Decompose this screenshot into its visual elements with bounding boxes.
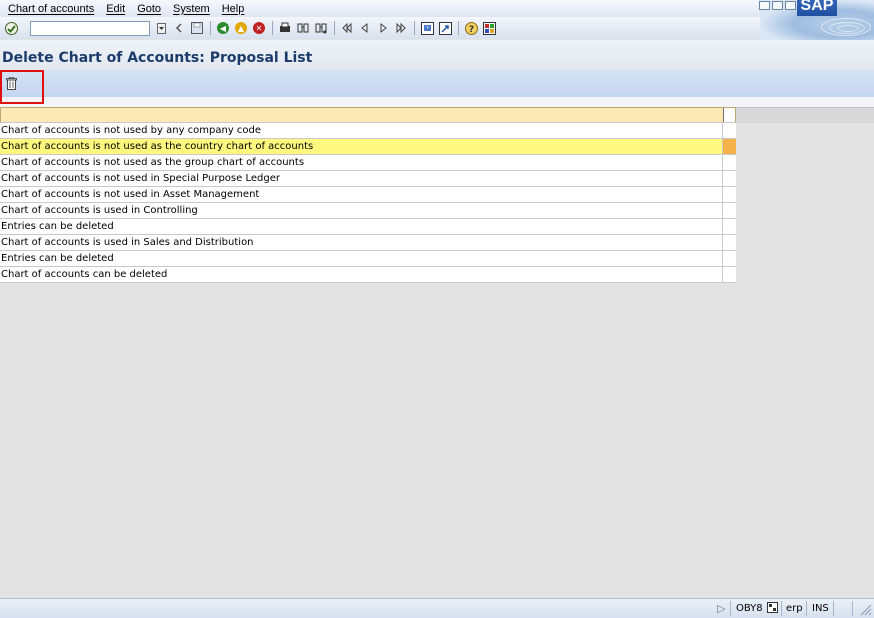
- toolbar-separator: [334, 21, 335, 35]
- page-title: Delete Chart of Accounts: Proposal List: [2, 50, 313, 66]
- table-row[interactable]: Chart of accounts is not used in Asset M…: [0, 187, 736, 203]
- menu-edit[interactable]: Edit: [106, 3, 125, 15]
- table-row[interactable]: Entries can be deleted: [0, 219, 736, 235]
- sap-logo-area: SAP: [759, 0, 874, 40]
- table-row[interactable]: Chart of accounts is not used by any com…: [0, 123, 736, 139]
- table-header: [0, 107, 736, 123]
- row-selector[interactable]: [723, 139, 736, 154]
- resize-grip-icon[interactable]: [858, 602, 872, 616]
- menu-goto[interactable]: Goto: [137, 3, 161, 15]
- shortcut-icon[interactable]: [438, 21, 452, 35]
- next-page-icon[interactable]: [376, 21, 390, 35]
- table-header-extension: [736, 107, 874, 123]
- command-field-dropdown-icon[interactable]: [154, 21, 168, 35]
- status-session-icon[interactable]: [767, 602, 778, 617]
- table-cell-message: Chart of accounts is not used as the gro…: [0, 155, 723, 170]
- table-row[interactable]: Chart of accounts is not used as the gro…: [0, 155, 736, 171]
- menu-bar: Chart of accounts Edit Goto System Help: [0, 0, 874, 17]
- find-icon[interactable]: [296, 21, 310, 35]
- logo-decoration: [837, 25, 859, 32]
- application-toolbar: [0, 70, 874, 97]
- status-divider: [833, 601, 834, 616]
- table-cell-message: Chart of accounts is not used in Asset M…: [0, 187, 723, 202]
- status-bar: ▷ OBY8 erp INS: [0, 598, 874, 618]
- delete-button[interactable]: [0, 70, 44, 104]
- table-row[interactable]: Entries can be deleted: [0, 251, 736, 267]
- row-selector[interactable]: [723, 267, 736, 282]
- select-all-cell[interactable]: [723, 108, 735, 122]
- command-field[interactable]: [30, 20, 150, 36]
- status-mode[interactable]: INS: [812, 601, 829, 616]
- last-page-icon[interactable]: [394, 21, 408, 35]
- table-row[interactable]: Chart of accounts is used in Sales and D…: [0, 235, 736, 251]
- sap-logo: SAP: [797, 0, 837, 16]
- table-cell-message: Chart of accounts can be deleted: [0, 267, 723, 282]
- table-cell-message: Entries can be deleted: [0, 251, 723, 266]
- row-selector[interactable]: [723, 123, 736, 138]
- first-page-icon[interactable]: [340, 21, 354, 35]
- menu-chart-of-accounts[interactable]: Chart of accounts: [8, 3, 94, 15]
- create-session-icon[interactable]: *: [420, 21, 434, 35]
- exit-icon[interactable]: ▲: [234, 21, 248, 35]
- table-cell-message: Chart of accounts is used in Sales and D…: [0, 235, 723, 250]
- menu-system[interactable]: System: [173, 3, 210, 15]
- toolbar-separator: [414, 21, 415, 35]
- table-cell-message: Chart of accounts is not used as the cou…: [0, 139, 723, 154]
- previous-page-icon[interactable]: [358, 21, 372, 35]
- table-row[interactable]: Chart of accounts is used in Controlling: [0, 203, 736, 219]
- status-divider: [730, 601, 731, 616]
- toolbar-spacer: [0, 97, 874, 107]
- table-row[interactable]: Chart of accounts is not used as the cou…: [0, 139, 736, 155]
- table-row[interactable]: Chart of accounts can be deleted: [0, 267, 736, 283]
- cancel-icon[interactable]: ✕: [252, 21, 266, 35]
- toolbar-separator: [210, 21, 211, 35]
- enter-icon[interactable]: [4, 21, 18, 35]
- find-next-icon[interactable]: [314, 21, 328, 35]
- status-divider: [781, 601, 782, 616]
- row-selector[interactable]: [723, 155, 736, 170]
- back-arrow-icon[interactable]: [172, 21, 186, 35]
- maximize-button[interactable]: [772, 1, 783, 10]
- row-selector[interactable]: [723, 235, 736, 250]
- svg-text:?: ?: [468, 25, 473, 35]
- row-selector[interactable]: [723, 187, 736, 202]
- row-selector[interactable]: [723, 251, 736, 266]
- table-cell-message: Chart of accounts is not used in Special…: [0, 171, 723, 186]
- standard-toolbar: ◀ ▲ ✕ * ?: [0, 17, 760, 39]
- trash-icon: [6, 77, 17, 90]
- table-cell-message: Chart of accounts is used in Controlling: [0, 203, 723, 218]
- status-divider: [852, 601, 853, 616]
- close-window-button[interactable]: [785, 1, 796, 10]
- status-divider: [806, 601, 807, 616]
- help-icon[interactable]: ?: [464, 21, 478, 35]
- save-icon[interactable]: [190, 21, 204, 35]
- status-system: erp: [786, 603, 803, 614]
- toolbar-separator: [272, 21, 273, 35]
- customize-layout-icon[interactable]: [482, 21, 496, 35]
- menu-help[interactable]: Help: [222, 3, 245, 15]
- table-cell-message: Entries can be deleted: [0, 219, 723, 234]
- table-cell-message: Chart of accounts is not used by any com…: [0, 123, 723, 138]
- row-selector[interactable]: [723, 203, 736, 218]
- back-icon[interactable]: ◀: [216, 21, 230, 35]
- toolbar-separator: [458, 21, 459, 35]
- row-selector[interactable]: [723, 171, 736, 186]
- table-body: Chart of accounts is not used by any com…: [0, 123, 736, 283]
- status-transaction: OBY8: [736, 603, 763, 614]
- status-expand-icon[interactable]: ▷: [717, 602, 725, 615]
- table-row[interactable]: Chart of accounts is not used in Special…: [0, 171, 736, 187]
- minimize-button[interactable]: [759, 1, 770, 10]
- window-controls: [759, 0, 798, 10]
- print-icon[interactable]: [278, 21, 292, 35]
- title-area: Delete Chart of Accounts: Proposal List: [0, 40, 874, 70]
- row-selector[interactable]: [723, 219, 736, 234]
